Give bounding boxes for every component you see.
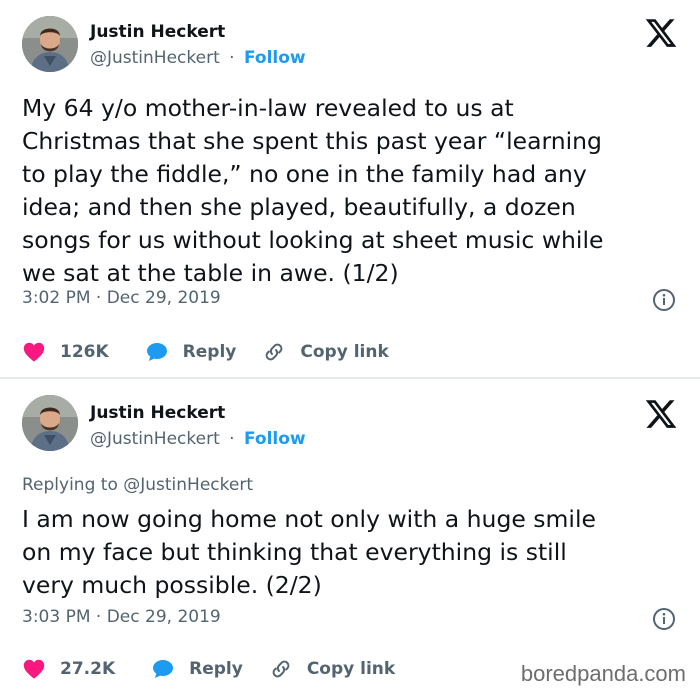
replying-to[interactable]: Replying to @JustinHeckert: [22, 475, 253, 495]
separator-dot: ·: [229, 48, 235, 68]
like-button[interactable]: 27.2K: [22, 657, 125, 681]
x-logo-icon[interactable]: [644, 16, 678, 50]
reply-bubble-icon: [151, 657, 175, 681]
heart-icon: [22, 657, 46, 681]
watermark: boredpanda.com: [520, 661, 686, 686]
info-icon[interactable]: [652, 607, 676, 631]
reply-label: Reply: [189, 659, 243, 679]
like-count: 27.2K: [60, 659, 116, 679]
action-bar: 126K Reply Copy link: [22, 337, 415, 367]
info-icon[interactable]: [652, 288, 676, 312]
follow-link[interactable]: Follow: [244, 48, 306, 68]
avatar[interactable]: [22, 16, 78, 72]
heart-icon: [22, 340, 46, 364]
author-handle[interactable]: @JustinHeckert: [90, 48, 220, 68]
action-bar: 27.2K Reply Copy link: [22, 654, 421, 684]
copy-link-button[interactable]: Copy link: [269, 657, 395, 681]
author-handle-row: @JustinHeckert · Follow: [90, 48, 306, 68]
tweet-card-1: Justin Heckert @JustinHeckert · Follow M…: [0, 0, 700, 378]
separator-dot: ·: [229, 429, 235, 449]
author-handle[interactable]: @JustinHeckert: [90, 429, 220, 449]
tweet-card-2: Justin Heckert @JustinHeckert · Follow R…: [0, 379, 700, 697]
link-icon: [269, 657, 293, 681]
link-icon: [262, 340, 286, 364]
reply-bubble-icon: [145, 340, 169, 364]
like-button[interactable]: 126K: [22, 340, 119, 364]
reply-label: Reply: [182, 342, 237, 362]
reply-button[interactable]: Reply: [145, 340, 237, 364]
tweet-timestamp[interactable]: 3:02 PM · Dec 29, 2019: [22, 288, 221, 308]
author-handle-row: @JustinHeckert · Follow: [90, 429, 306, 449]
avatar[interactable]: [22, 395, 78, 451]
tweet-timestamp[interactable]: 3:03 PM · Dec 29, 2019: [22, 607, 221, 627]
reply-button[interactable]: Reply: [151, 657, 243, 681]
author-name[interactable]: Justin Heckert: [90, 403, 225, 423]
follow-link[interactable]: Follow: [244, 429, 306, 449]
author-name[interactable]: Justin Heckert: [90, 22, 225, 42]
x-logo-icon[interactable]: [644, 397, 678, 431]
tweet-text: I am now going home not only with a huge…: [22, 505, 596, 599]
copy-link-button[interactable]: Copy link: [262, 340, 389, 364]
like-count: 126K: [60, 342, 109, 362]
tweet-text: My 64 y/o mother-in-law revealed to us a…: [22, 94, 604, 287]
copy-link-label: Copy link: [306, 659, 396, 679]
copy-link-label: Copy link: [300, 342, 389, 362]
